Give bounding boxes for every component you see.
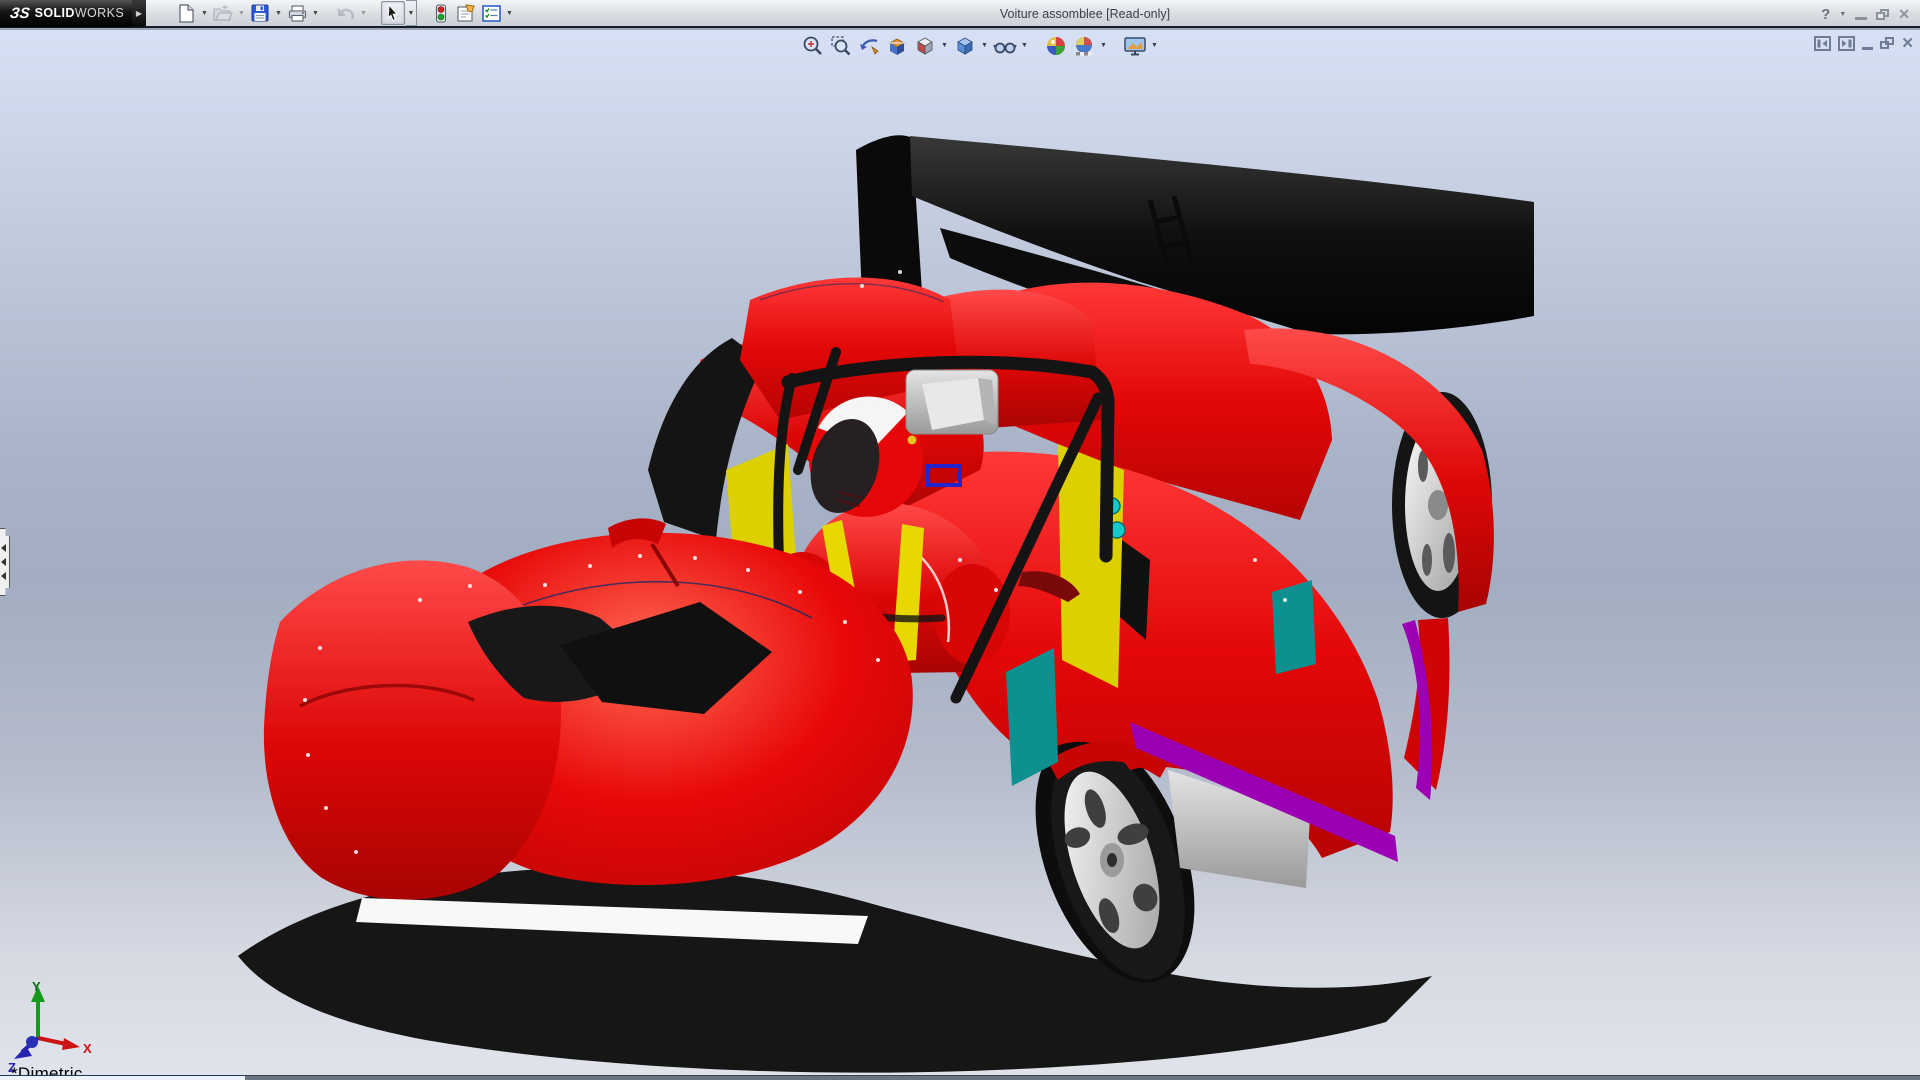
race-car-model[interactable] xyxy=(0,30,1920,1080)
save-button[interactable] xyxy=(248,1,272,25)
zoom-to-area-button[interactable] xyxy=(828,33,853,58)
dock-pane-right-icon xyxy=(1838,36,1855,51)
new-document-dropdown[interactable]: ▼ xyxy=(199,1,210,25)
minimize-document-button[interactable] xyxy=(1862,47,1873,50)
document-window-controls: ✕ xyxy=(1814,34,1914,52)
save-dropdown[interactable]: ▼ xyxy=(273,1,284,25)
options-dropdown[interactable]: ▼ xyxy=(504,1,515,25)
open-document-icon xyxy=(213,5,233,21)
display-style-button[interactable] xyxy=(952,33,977,58)
hide-show-items-icon xyxy=(993,35,1017,57)
window-bottom-edge xyxy=(0,1075,1920,1080)
view-orientation-dropdown[interactable]: ▼ xyxy=(940,42,949,49)
dock-pane-left-button[interactable] xyxy=(1814,36,1831,51)
undo-icon xyxy=(335,5,355,22)
new-document-icon xyxy=(178,4,195,23)
options-checklist-icon xyxy=(482,5,501,22)
side-window-teal-front xyxy=(1006,648,1058,786)
help-button[interactable]: ? xyxy=(1821,6,1830,23)
rebuild-button[interactable] xyxy=(429,1,453,25)
interior-panel-yellow-right xyxy=(1058,444,1124,688)
undo-button[interactable] xyxy=(333,1,357,25)
select-cursor-dropdown[interactable]: ▼ xyxy=(406,0,417,26)
zoom-to-area-icon xyxy=(830,35,852,57)
undo-dropdown[interactable]: ▼ xyxy=(358,1,369,25)
comment-note-button[interactable] xyxy=(454,1,478,25)
rebuild-traffic-light-icon xyxy=(435,4,447,23)
save-icon xyxy=(251,4,269,22)
display-style-dropdown[interactable]: ▼ xyxy=(980,42,989,49)
comment-note-icon xyxy=(456,4,476,22)
mirror-box[interactable] xyxy=(906,370,998,434)
open-document-button[interactable] xyxy=(211,1,235,25)
solidworks-logo-glyph: ЗS xyxy=(9,5,31,22)
print-button[interactable] xyxy=(285,1,309,25)
dock-pane-left-icon xyxy=(1814,36,1831,51)
apply-scene-button[interactable] xyxy=(1071,33,1096,58)
dock-pane-right-button[interactable] xyxy=(1838,36,1855,51)
feature-panel-collapse-tab[interactable] xyxy=(0,528,10,596)
heads-up-view-toolbar: ▼ ▼ ▼ xyxy=(800,33,1159,58)
help-dropdown[interactable]: ▼ xyxy=(1839,11,1846,18)
select-cursor-icon xyxy=(385,4,401,22)
menu-expand-arrow[interactable]: ▶ xyxy=(132,0,146,27)
view-orientation-icon xyxy=(914,35,936,57)
section-view-icon xyxy=(886,35,908,57)
zoom-to-fit-icon xyxy=(802,35,824,57)
close-button[interactable]: ✕ xyxy=(1898,6,1910,23)
previous-view-button[interactable] xyxy=(856,33,881,58)
view-orientation-button[interactable] xyxy=(912,33,937,58)
reference-triad: Y X Z xyxy=(6,978,106,1074)
view-settings-icon xyxy=(1123,35,1147,57)
zoom-to-fit-button[interactable] xyxy=(800,33,825,58)
titlebar: ЗS SOLID WORKS ▶ ▼ ▼ xyxy=(0,0,1920,28)
open-document-dropdown[interactable]: ▼ xyxy=(236,1,247,25)
display-style-icon xyxy=(954,35,976,57)
hide-show-items-dropdown[interactable]: ▼ xyxy=(1020,42,1029,49)
close-document-button[interactable]: ✕ xyxy=(1901,34,1914,52)
restore-document-button[interactable] xyxy=(1880,37,1894,49)
options-button[interactable] xyxy=(479,1,503,25)
triad-y-label: Y xyxy=(32,979,41,994)
apply-scene-icon xyxy=(1073,35,1095,57)
new-document-button[interactable] xyxy=(174,1,198,25)
print-dropdown[interactable]: ▼ xyxy=(310,1,321,25)
minimize-button[interactable] xyxy=(1855,17,1867,20)
view-settings-button[interactable] xyxy=(1122,33,1147,58)
edit-appearance-icon xyxy=(1045,35,1067,57)
edit-appearance-button[interactable] xyxy=(1043,33,1068,58)
hide-show-items-button[interactable] xyxy=(992,33,1017,58)
apply-scene-dropdown[interactable]: ▼ xyxy=(1099,42,1108,49)
restore-button[interactable] xyxy=(1876,9,1889,20)
solidworks-logo: ЗS SOLID WORKS xyxy=(0,0,132,27)
graphics-viewport[interactable]: ▼ ▼ ▼ xyxy=(0,30,1920,1080)
triad-x-label: X xyxy=(83,1041,92,1056)
section-view-button[interactable] xyxy=(884,33,909,58)
side-window-teal-rear xyxy=(1272,580,1316,674)
view-settings-dropdown[interactable]: ▼ xyxy=(1150,42,1159,49)
previous-view-icon xyxy=(858,35,880,57)
print-icon xyxy=(288,5,307,22)
select-cursor-button[interactable] xyxy=(381,1,405,25)
